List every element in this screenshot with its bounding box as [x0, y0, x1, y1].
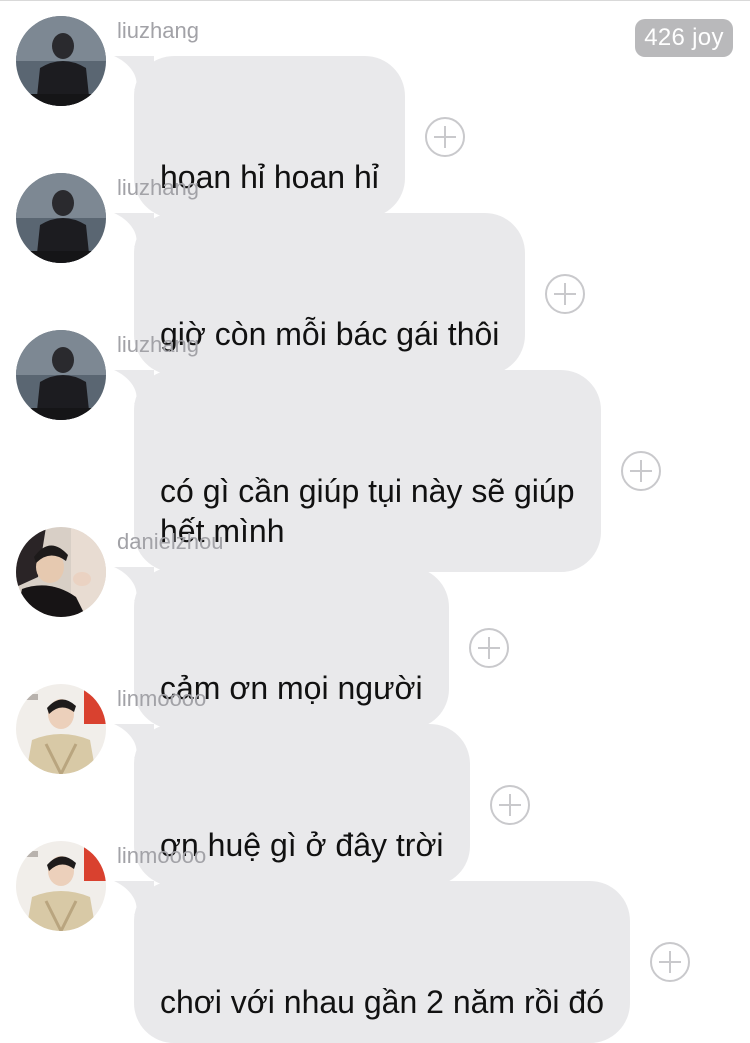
- user-avatar[interactable]: [16, 16, 106, 106]
- username: liuzhang: [117, 175, 199, 200]
- user-avatar[interactable]: [16, 841, 106, 931]
- add-reaction-icon[interactable]: [424, 117, 465, 157]
- add-reaction-icon[interactable]: [620, 451, 661, 491]
- user-avatar[interactable]: [16, 527, 106, 617]
- add-reaction-icon[interactable]: [489, 785, 530, 825]
- bubble-tail: [114, 724, 154, 758]
- message-bubble[interactable]: chơi với nhau gần 2 năm rồi đó: [114, 881, 630, 1043]
- user-avatar[interactable]: [16, 330, 106, 420]
- username: linmoooo: [117, 686, 207, 711]
- username: danielzhou: [117, 529, 224, 554]
- joy-count-badge[interactable]: 426 joy: [635, 19, 733, 57]
- user-avatar[interactable]: [16, 684, 106, 774]
- add-reaction-icon[interactable]: [650, 942, 690, 982]
- bubble-tail: [114, 881, 154, 915]
- bubble-tail: [114, 567, 154, 601]
- add-reaction-icon[interactable]: [468, 628, 509, 668]
- top-divider: [0, 0, 750, 1]
- username: linmoooo: [117, 843, 207, 868]
- user-avatar[interactable]: [16, 173, 106, 263]
- bubble-tail: [114, 213, 154, 247]
- username: liuzhang: [117, 18, 199, 43]
- message-text: chơi với nhau gần 2 năm rồi đó: [160, 984, 604, 1020]
- bubble-tail: [114, 56, 154, 90]
- message-text: giờ còn mỗi bác gái thôi: [160, 316, 500, 352]
- bubble-tail: [114, 370, 154, 404]
- username: liuzhang: [117, 332, 199, 357]
- add-reaction-icon[interactable]: [545, 274, 586, 314]
